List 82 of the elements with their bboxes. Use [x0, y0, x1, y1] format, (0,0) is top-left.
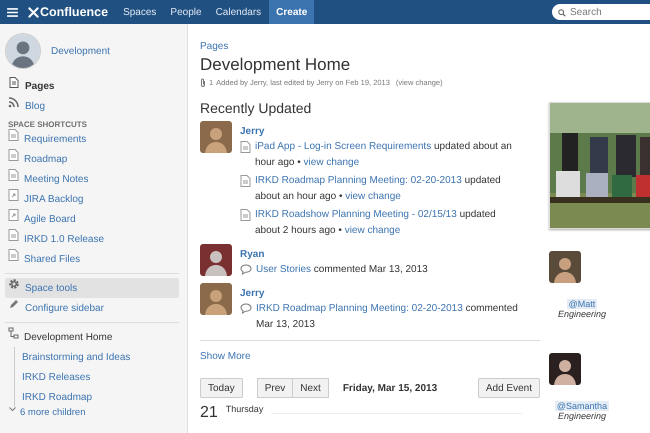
user-mention-link[interactable]: @Matt [566, 299, 598, 309]
sidebar-link[interactable]: Blog [5, 96, 179, 116]
add-event-button[interactable]: Add Event [478, 378, 540, 398]
user-link[interactable]: Ryan [240, 249, 264, 260]
shortcut-link[interactable]: IRKD 1.0 Release [5, 229, 179, 249]
tree-item[interactable]: IRKD Releases [19, 367, 179, 387]
page-link[interactable]: IRKD Roadmap Planning Meeting: 02-20-2013 [256, 303, 463, 314]
day-name: Thursday [226, 404, 264, 414]
avatar-icon [200, 283, 232, 315]
settings-icon [8, 278, 20, 290]
page-icon [8, 149, 19, 161]
avatar-icon [549, 251, 581, 283]
user-link[interactable]: Jerry [240, 288, 264, 299]
sidebar-link[interactable]: Pages [5, 76, 179, 96]
tree-item[interactable]: Brainstorming and Ideas [19, 347, 179, 367]
search-field[interactable]: Search [552, 4, 650, 20]
comment-icon [240, 303, 252, 314]
pages-icon [8, 76, 20, 88]
shortcut-link[interactable]: Shared Files [5, 249, 179, 269]
space-name[interactable]: Development [51, 46, 110, 56]
page-icon [240, 175, 251, 187]
user-mention-link[interactable]: @Samantha [554, 401, 610, 411]
activity-text: IRKD Roadmap Planning Meeting: 02-20-2013 updated about an hour ago • view change [255, 174, 502, 204]
page-icon [240, 141, 251, 153]
space-avatar-icon [5, 33, 41, 69]
nav-link[interactable]: People [163, 0, 209, 24]
page-link[interactable]: IRKD Roadshow Planning Meeting - 02/15/13 [255, 209, 457, 220]
nav-link[interactable]: Spaces [116, 0, 164, 24]
prev-button[interactable]: Prev [256, 378, 294, 398]
avatar-icon [549, 353, 581, 385]
chevron-down-icon [9, 407, 16, 412]
sidebar-link[interactable]: Configure sidebar [5, 298, 179, 318]
tree-item[interactable]: Development Home [5, 327, 179, 347]
sidebar-link[interactable]: Space tools [5, 278, 179, 298]
page-icon [8, 249, 19, 261]
activity-text: iPad App - Log-in Screen Requirements updated about an hour ago • view change [255, 140, 513, 170]
shortcut-link[interactable]: JIRA Backlog [5, 189, 179, 209]
page-link[interactable]: IRKD Roadmap Planning Meeting: 02-20-2013 [255, 175, 462, 186]
avatar-icon [200, 121, 232, 153]
breadcrumb-link[interactable]: Pages [200, 41, 228, 52]
link-page-icon [8, 209, 19, 221]
menu-icon[interactable] [7, 8, 18, 16]
page-icon [8, 129, 19, 141]
rss-icon [8, 96, 20, 108]
shortcut-link[interactable]: Roadmap [5, 149, 179, 169]
page-icon [8, 169, 19, 181]
page-link[interactable]: iPad App - Log-in Screen Requirements [255, 141, 432, 152]
avatar-icon [200, 244, 232, 276]
page-tree-icon [8, 327, 19, 339]
more-children-link[interactable]: 6 more children [5, 407, 179, 419]
today-button[interactable]: Today [200, 378, 243, 398]
link-page-icon [8, 189, 19, 201]
paperclip-icon [200, 78, 206, 87]
user-team: Engineering [558, 309, 606, 319]
view-change-link[interactable]: view change [304, 157, 360, 168]
search-icon [558, 9, 566, 17]
shortcut-link[interactable]: Requirements [5, 129, 179, 149]
calendar-date: Friday, Mar 15, 2013 [342, 382, 438, 394]
page-icon [240, 209, 251, 221]
create-button[interactable]: Create [269, 0, 314, 24]
comment-icon [240, 264, 252, 275]
section-heading: Recently Updated [200, 100, 312, 116]
shortcut-link[interactable]: Agile Board [5, 209, 179, 229]
product-name[interactable]: Confluence [40, 5, 108, 19]
view-change-link[interactable]: view change [345, 191, 401, 202]
page-icon [8, 229, 19, 241]
view-change-link[interactable]: view change [344, 225, 400, 236]
activity-text: IRKD Roadshow Planning Meeting - 02/15/13 updated about 2 hours ago • view change [255, 208, 497, 238]
shortcut-link[interactable]: Meeting Notes [5, 169, 179, 189]
activity-text: IRKD Roadmap Planning Meeting: 02-20-2013 commented Mar 13, 2013 [256, 302, 519, 332]
page-link[interactable]: User Stories [256, 264, 312, 275]
section-heading: SPACE SHORTCUTS [8, 120, 88, 129]
next-button[interactable]: Next [293, 378, 329, 398]
tree-item[interactable]: IRKD Roadmap [19, 387, 179, 407]
show-more-link[interactable]: Show More [200, 351, 251, 362]
activity-text: User Stories commented Mar 13, 2013 [256, 263, 428, 277]
user-link[interactable]: Jerry [240, 126, 264, 137]
day-number: 21 [200, 404, 218, 422]
user-team: Engineering [558, 411, 606, 421]
nav-link[interactable]: Calendars [208, 0, 268, 24]
x-logo-icon [28, 6, 39, 18]
page-title: Development Home [200, 55, 352, 75]
